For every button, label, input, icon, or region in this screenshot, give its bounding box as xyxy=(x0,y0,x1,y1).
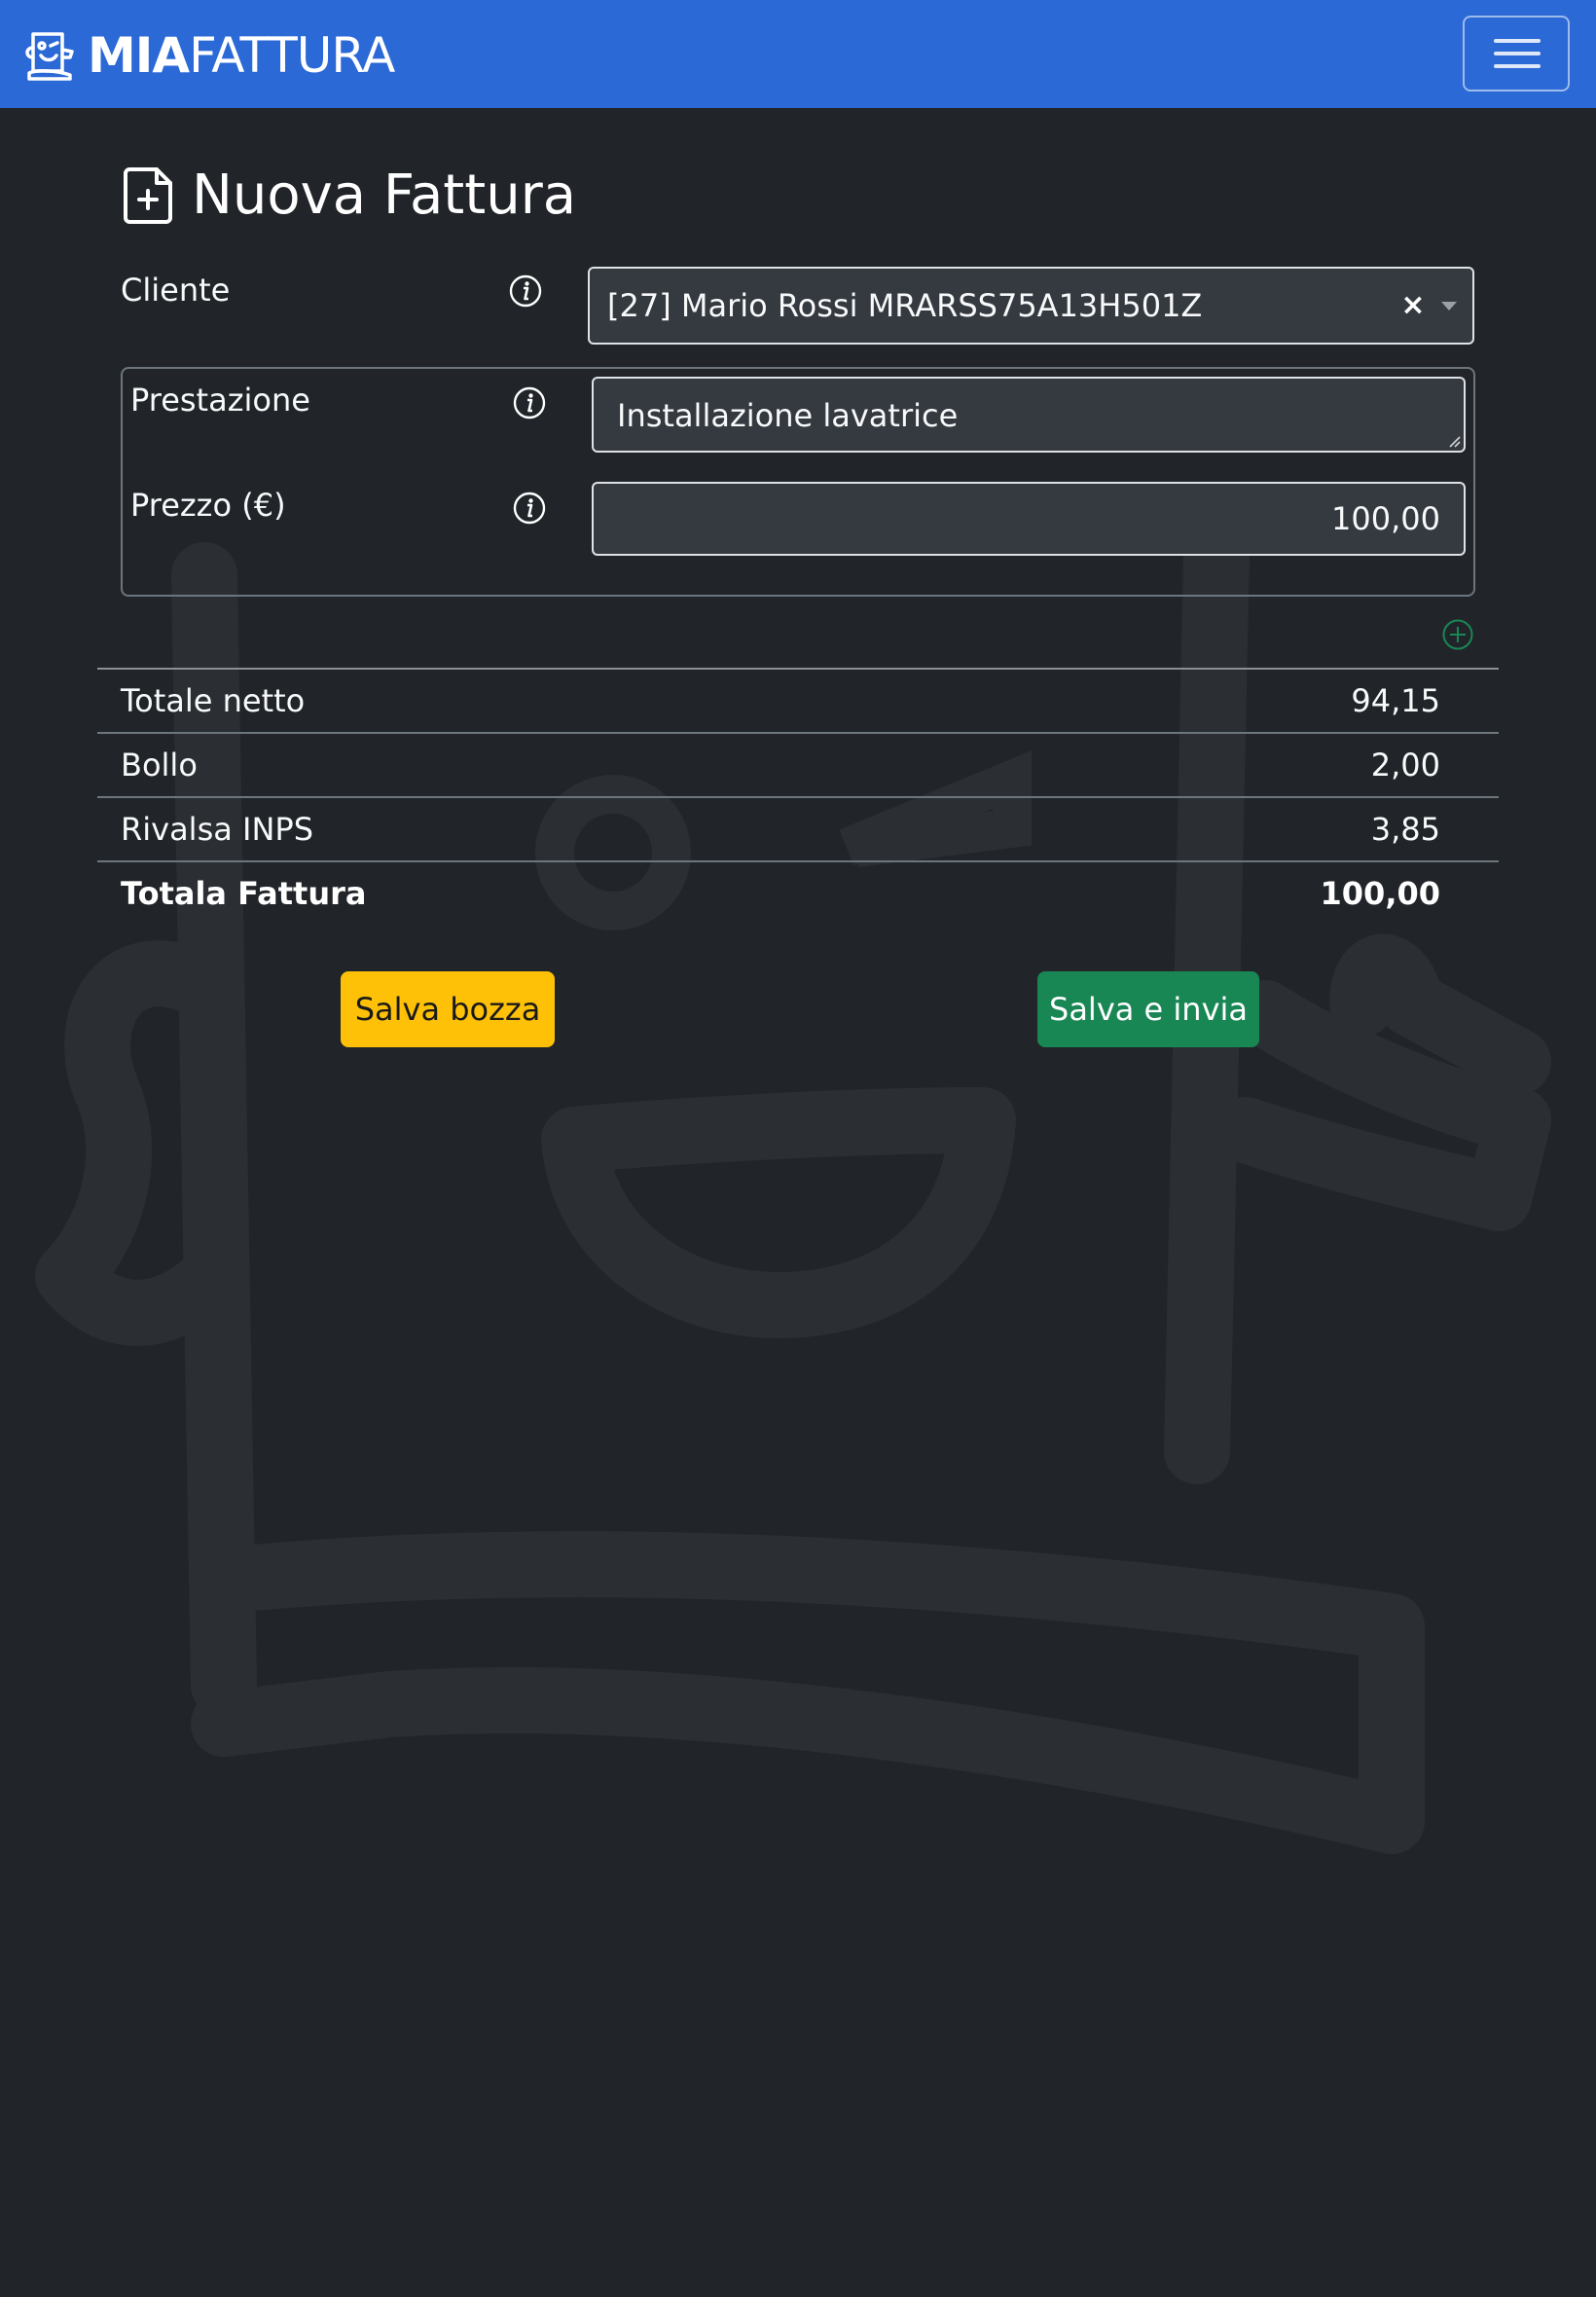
info-circle-icon[interactable] xyxy=(508,273,543,309)
client-select[interactable]: [27] Mario Rossi MRARSS75A13H501Z × xyxy=(588,267,1474,345)
client-select-value: [27] Mario Rossi MRARSS75A13H501Z xyxy=(607,287,1203,324)
clear-selection-icon[interactable]: × xyxy=(1399,286,1427,325)
menu-bar xyxy=(1494,39,1541,43)
totals-table: Totale netto 94,15 Bollo 2,00 Rivalsa IN… xyxy=(97,668,1499,925)
service-description-field[interactable]: Installazione lavatrice xyxy=(592,377,1466,453)
navbar: MIAFATTURA xyxy=(0,0,1596,108)
chevron-down-icon[interactable] xyxy=(1441,302,1457,310)
price-label: Prezzo (€) xyxy=(130,487,286,524)
save-draft-button[interactable]: Salva bozza xyxy=(341,971,555,1047)
net-total-label: Totale netto xyxy=(121,682,306,719)
menu-toggle-button[interactable] xyxy=(1463,16,1570,91)
page-title: Nuova Fattura xyxy=(192,164,577,227)
totals-row-net: Totale netto 94,15 xyxy=(97,668,1499,732)
service-label: Prestazione xyxy=(130,382,310,419)
file-plus-icon xyxy=(124,167,172,224)
invoice-total-label: Totala Fattura xyxy=(121,875,367,912)
brand-name-bold: MIA xyxy=(88,27,190,84)
info-circle-icon[interactable] xyxy=(512,491,547,526)
inps-label: Rivalsa INPS xyxy=(121,811,313,848)
totals-row-stamp: Bollo 2,00 xyxy=(97,732,1499,796)
menu-bar xyxy=(1494,64,1541,68)
info-circle-icon[interactable] xyxy=(512,385,547,420)
client-label: Cliente xyxy=(121,272,231,309)
hamburger-menu-icon xyxy=(1494,39,1541,68)
page-heading: Nuova Fattura xyxy=(122,157,576,235)
menu-bar xyxy=(1494,52,1541,55)
stamp-duty-value: 2,00 xyxy=(1370,747,1440,784)
brand-name: MIAFATTURA xyxy=(88,27,395,84)
brand-name-light: FATTURA xyxy=(189,27,395,84)
totals-row-grand: Totala Fattura 100,00 xyxy=(97,860,1499,925)
brand[interactable]: MIAFATTURA xyxy=(21,27,395,84)
invoice-line-item: Prestazione Installazione lavatrice Prez… xyxy=(121,367,1475,597)
invoice-total-value: 100,00 xyxy=(1320,875,1440,912)
inps-value: 3,85 xyxy=(1370,811,1440,848)
save-and-send-button[interactable]: Salva e invia xyxy=(1037,971,1259,1047)
invoice-mascot-logo xyxy=(25,32,74,81)
price-input[interactable] xyxy=(592,482,1466,556)
net-total-value: 94,15 xyxy=(1351,682,1440,719)
stamp-duty-label: Bollo xyxy=(121,747,198,784)
totals-row-inps: Rivalsa INPS 3,85 xyxy=(97,796,1499,860)
plus-circle-icon[interactable] xyxy=(1441,618,1474,651)
